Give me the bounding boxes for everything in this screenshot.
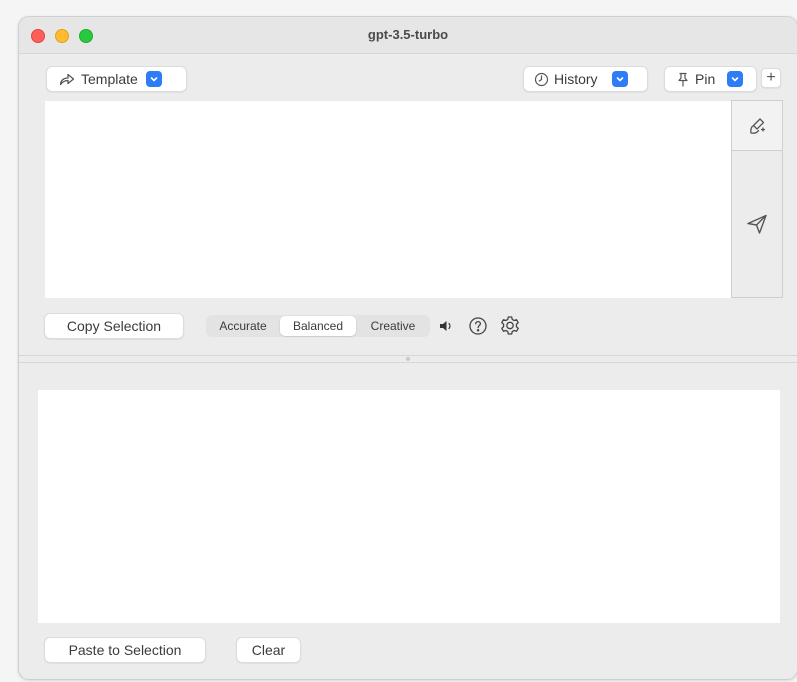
app-window: gpt-3.5-turbo Template History Pin + Cop… <box>18 16 797 680</box>
segment-accurate[interactable]: Accurate <box>206 316 280 336</box>
share-arrow-icon <box>59 72 75 86</box>
segment-balanced[interactable]: Balanced <box>280 316 356 336</box>
history-label: History <box>554 71 598 87</box>
side-action-panel <box>731 100 783 298</box>
segment-accurate-label: Accurate <box>219 319 267 333</box>
history-dropdown[interactable]: History <box>523 66 648 92</box>
question-circle-icon[interactable] <box>467 315 489 337</box>
prompt-input[interactable] <box>45 101 731 298</box>
template-dropdown[interactable]: Template <box>46 66 187 92</box>
clear-prompt-button[interactable] <box>732 101 782 151</box>
paste-to-selection-button[interactable]: Paste to Selection <box>44 637 206 663</box>
paste-to-selection-label: Paste to Selection <box>68 642 182 658</box>
segment-creative[interactable]: Creative <box>356 316 430 336</box>
temperature-segmented-control: Accurate Balanced Creative <box>206 315 430 337</box>
chevron-down-icon <box>611 71 628 87</box>
chevron-down-icon <box>145 71 162 87</box>
send-button[interactable] <box>732 151 782 297</box>
plus-icon: + <box>766 69 776 86</box>
split-divider-top <box>19 355 797 356</box>
split-divider-bottom <box>19 362 797 363</box>
clear-label: Clear <box>251 642 286 658</box>
speaker-icon[interactable] <box>437 317 455 335</box>
title-bar: gpt-3.5-turbo <box>19 17 797 54</box>
clock-icon <box>534 72 549 87</box>
copy-selection-button[interactable]: Copy Selection <box>44 313 184 339</box>
pin-label: Pin <box>695 71 716 87</box>
template-label: Template <box>81 71 138 87</box>
clear-button[interactable]: Clear <box>236 637 301 663</box>
segment-creative-label: Creative <box>370 319 416 333</box>
broom-sparkle-icon <box>746 115 768 137</box>
add-pin-button[interactable]: + <box>761 68 781 88</box>
window-title: gpt-3.5-turbo <box>367 27 449 42</box>
response-output[interactable] <box>38 390 780 623</box>
pin-dropdown[interactable]: Pin <box>664 66 757 92</box>
gear-icon[interactable] <box>498 314 522 338</box>
copy-selection-label: Copy Selection <box>66 318 162 334</box>
segment-balanced-label: Balanced <box>292 319 344 333</box>
paper-plane-icon <box>745 212 769 236</box>
chevron-down-icon <box>727 71 744 87</box>
split-divider-handle[interactable] <box>406 357 410 361</box>
pin-icon <box>677 72 689 87</box>
